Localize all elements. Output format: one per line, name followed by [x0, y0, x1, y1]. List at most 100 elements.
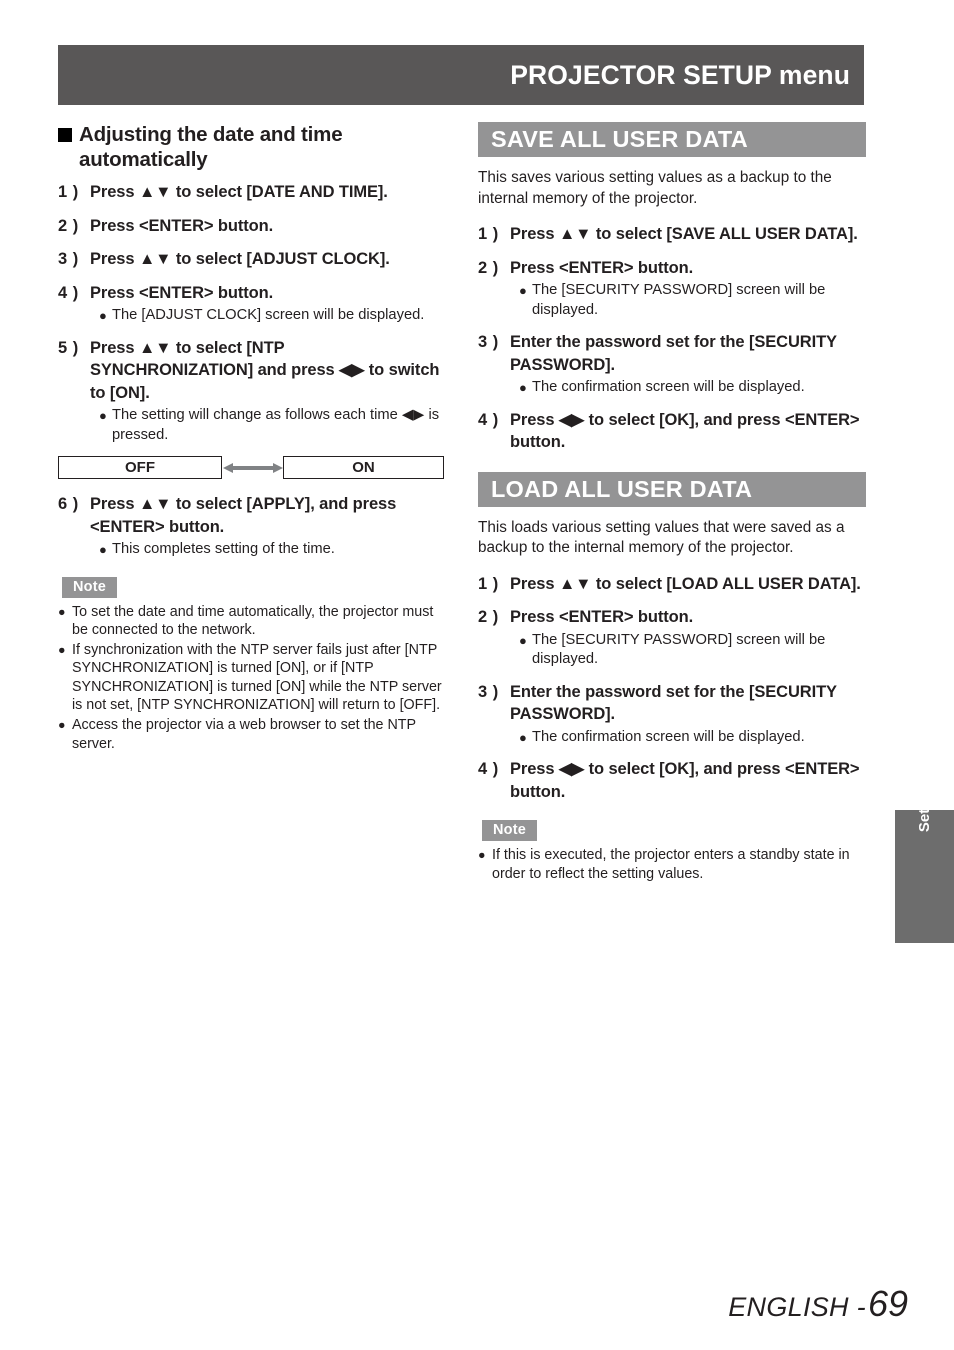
sub-bullet-text: The confirmation screen will be displaye…: [532, 728, 805, 745]
load-step-list: 1 ) Press ▲▼ to select [LOAD ALL USER DA…: [478, 573, 866, 804]
step-item: 1 ) Press ▲▼ to select [SAVE ALL USER DA…: [478, 223, 866, 246]
step-number: 2 ): [478, 258, 499, 277]
double-headed-arrow-icon: [222, 462, 283, 474]
step-body: Press <ENTER> button.: [90, 215, 446, 238]
note-item: ● Access the projector via a web browser…: [58, 716, 446, 753]
step-number: 1 ): [478, 574, 499, 593]
step-sub-bullet: ● This completes setting of the time.: [90, 540, 446, 560]
note-block: Note ● To set the date and time automati…: [58, 571, 446, 754]
section-intro: This loads various setting values that w…: [478, 518, 845, 557]
step-sub-bullet: ● The confirmation screen will be displa…: [510, 728, 866, 748]
note-text: To set the date and time automatically, …: [72, 603, 434, 639]
step-sub-bullet: ● The setting will change as follows eac…: [90, 406, 446, 445]
section-bar-load-all-user-data: LOAD ALL USER DATA: [478, 471, 866, 507]
note-block: Note ● If this is executed, the projecto…: [478, 814, 866, 883]
step-item: 2 ) Press <ENTER> button. ● The [SECURIT…: [478, 606, 866, 670]
step-body: Press ▲▼ to select [SAVE ALL USER DATA].: [510, 223, 866, 246]
step-number: 4 ): [478, 410, 499, 429]
step-number: 3 ): [478, 333, 499, 351]
note-badge: Note: [62, 576, 118, 598]
section-subheading: Adjusting the date and time automaticall…: [58, 122, 446, 172]
step-number: 3 ): [478, 682, 499, 701]
step-number: 6 ): [58, 495, 79, 513]
step-body: Press ▲▼ to select [APPLY], and press <E…: [90, 493, 446, 560]
step-number: 1 ): [58, 183, 79, 201]
bullet-dot-icon: ●: [519, 632, 527, 648]
step-sub-bullet: ● The [SECURITY PASSWORD] screen will be…: [510, 631, 866, 670]
step-text: Press ▲▼ to select [NTP SYNCHRONIZATION]…: [90, 338, 440, 402]
note-list: ● To set the date and time automatically…: [58, 603, 446, 754]
step-number: 4 ): [58, 283, 79, 302]
bullet-dot-icon: ●: [519, 729, 527, 745]
step-text: Press <ENTER> button.: [90, 283, 274, 302]
step-sub-bullet: ● The [ADJUST CLOCK] screen will be disp…: [90, 306, 446, 326]
step-item: 3 ) Enter the password set for the [SECU…: [478, 681, 866, 748]
page-footer: ENGLISH -69: [0, 1283, 908, 1325]
sub-bullet-text: The setting will change as follows each …: [112, 407, 440, 443]
step-text: Press ▲▼ to select [ADJUST CLOCK].: [90, 250, 390, 268]
step-number: 4 ): [478, 760, 499, 778]
toggle-state-off: OFF: [58, 456, 222, 479]
bullet-dot-icon: ●: [519, 283, 527, 298]
left-step-list: 1 ) Press ▲▼ to select [DATE AND TIME]. …: [58, 181, 446, 445]
subheading-label: Adjusting the date and time automaticall…: [79, 123, 343, 171]
bullet-dot-icon: ●: [58, 604, 66, 619]
note-text: If synchronization with the NTP server f…: [72, 641, 442, 714]
step-item: 2 ) Press <ENTER> button.: [58, 215, 446, 238]
step-sub-bullet: ● The confirmation screen will be displa…: [510, 378, 866, 398]
sub-bullet-text: The [ADJUST CLOCK] screen will be displa…: [112, 307, 425, 323]
step-text: Enter the password set for the [SECURITY…: [510, 333, 837, 374]
section-title: LOAD ALL USER DATA: [491, 475, 753, 502]
step-text: Press <ENTER> button.: [90, 216, 274, 235]
black-square-icon: [58, 128, 72, 142]
footer-page-number: 69: [867, 1283, 908, 1324]
step-number: 2 ): [58, 216, 79, 235]
step-text: Press ◀▶ to select [OK], and press <ENTE…: [510, 410, 860, 452]
toggle-state-diagram: OFF ON: [58, 456, 444, 479]
step-item: 1 ) Press ▲▼ to select [DATE AND TIME].: [58, 181, 446, 204]
step-item: 1 ) Press ▲▼ to select [LOAD ALL USER DA…: [478, 573, 866, 596]
step-text: Press ▲▼ to select [LOAD ALL USER DATA].: [510, 574, 861, 593]
section-intro: This saves various setting values as a b…: [478, 169, 832, 207]
bullet-dot-icon: ●: [58, 718, 66, 733]
note-text: If this is executed, the projector enter…: [492, 847, 850, 882]
step-body: Press ▲▼ to select [ADJUST CLOCK].: [90, 248, 446, 271]
step-number: 3 ): [58, 250, 79, 268]
step-sub-bullet: ● The [SECURITY PASSWORD] screen will be…: [510, 281, 866, 320]
step-body: Press <ENTER> button. ● The [ADJUST CLOC…: [90, 282, 446, 326]
sub-bullet-text: The [SECURITY PASSWORD] screen will be d…: [532, 282, 826, 318]
footer-language: ENGLISH -: [728, 1292, 866, 1322]
step-number: 1 ): [478, 225, 499, 243]
side-tab-settings: Settings: [895, 773, 954, 943]
sub-bullet-text: This completes setting of the time.: [112, 541, 335, 557]
sub-bullet-text: The confirmation screen will be displaye…: [532, 379, 805, 395]
note-badge: Note: [482, 820, 538, 841]
step-text: Enter the password set for the [SECURITY…: [510, 682, 837, 724]
step-text: Press ▲▼ to select [DATE AND TIME].: [90, 183, 388, 201]
step-body: Press ◀▶ to select [OK], and press <ENTE…: [510, 758, 866, 803]
bullet-dot-icon: ●: [58, 642, 66, 657]
section-title: SAVE ALL USER DATA: [491, 126, 748, 152]
bullet-dot-icon: ●: [99, 408, 107, 423]
step-text: Press <ENTER> button.: [510, 258, 694, 277]
page-header: PROJECTOR SETUP menu: [58, 45, 864, 105]
step-text: Press <ENTER> button.: [510, 608, 694, 626]
note-text: Access the projector via a web browser t…: [72, 717, 416, 752]
step-body: Press <ENTER> button. ● The [SECURITY PA…: [510, 257, 866, 321]
step-body: Press ▲▼ to select [DATE AND TIME].: [90, 181, 446, 204]
sub-bullet-text: The [SECURITY PASSWORD] screen will be d…: [532, 631, 826, 668]
step-number: 5 ): [58, 338, 79, 357]
step-item: 4 ) Press ◀▶ to select [OK], and press <…: [478, 758, 866, 803]
side-tab-label: Settings: [916, 772, 933, 833]
step-body: Press <ENTER> button. ● The [SECURITY PA…: [510, 606, 866, 670]
step-text: Press ▲▼ to select [APPLY], and press <E…: [90, 495, 397, 536]
bullet-dot-icon: ●: [519, 380, 527, 395]
step-number: 2 ): [478, 608, 499, 626]
toggle-state-on: ON: [283, 456, 444, 479]
step-item: 4 ) Press ◀▶ to select [OK], and press <…: [478, 409, 866, 454]
right-column: SAVE ALL USER DATA This saves various se…: [478, 122, 866, 884]
step-text: Press ▲▼ to select [SAVE ALL USER DATA].: [510, 225, 858, 243]
save-step-list: 1 ) Press ▲▼ to select [SAVE ALL USER DA…: [478, 223, 866, 454]
step-body: Enter the password set for the [SECURITY…: [510, 331, 866, 398]
page-title: PROJECTOR SETUP menu: [510, 59, 850, 90]
